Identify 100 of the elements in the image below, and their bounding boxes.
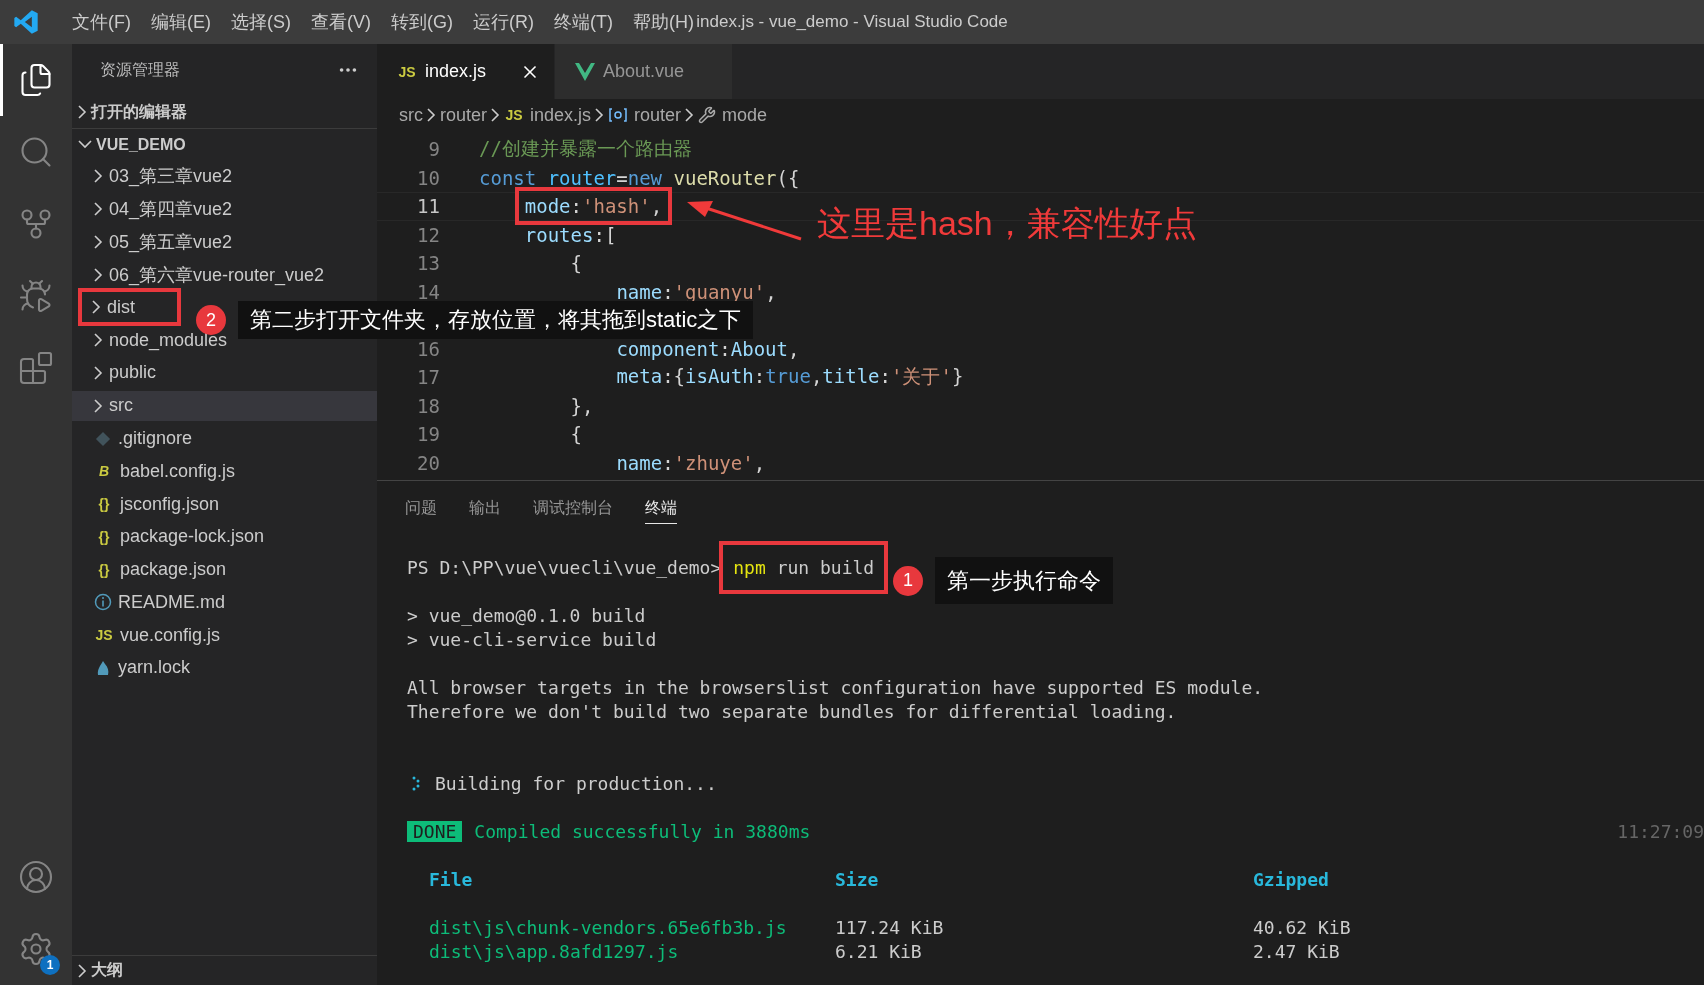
menu-item[interactable]: 选择(S) bbox=[221, 10, 301, 34]
spinner-icon bbox=[411, 775, 421, 791]
js-icon: JS bbox=[397, 63, 417, 80]
code-line: name:'zhuye', bbox=[616, 451, 766, 474]
code-line: }, bbox=[570, 394, 594, 417]
vscode-logo-icon bbox=[12, 8, 40, 36]
status-tag: DONE bbox=[407, 820, 463, 842]
line-number: 14 bbox=[416, 280, 440, 303]
menu-item[interactable]: 查看(V) bbox=[301, 10, 381, 34]
section-header[interactable]: 大纲 bbox=[72, 955, 377, 985]
code-line: { bbox=[570, 423, 583, 446]
callout-tooltip: 第一步执行命令 bbox=[935, 557, 1113, 604]
panel-tab[interactable]: 调试控制台 bbox=[533, 494, 613, 524]
line-number: 9 bbox=[427, 138, 440, 161]
timestamp: 11:27:09 bbox=[1617, 820, 1704, 842]
breadcrumb-item[interactable]: router bbox=[608, 104, 682, 126]
panel-tab[interactable]: 问题 bbox=[405, 494, 437, 524]
table-cell-text: 6.21 KiB bbox=[835, 940, 923, 962]
table-cell-text: dist\js\chunk-vendors.65e6fb3b.js bbox=[429, 916, 788, 938]
menu-item[interactable]: 文件(F) bbox=[62, 10, 141, 34]
line-number: 18 bbox=[416, 394, 440, 417]
account-icon bbox=[18, 859, 54, 895]
column-header: File bbox=[429, 868, 474, 890]
tree-item[interactable]: 05_第五章vue2 bbox=[72, 226, 377, 258]
settings-icon bbox=[18, 931, 54, 967]
breadcrumb-item[interactable]: mode bbox=[698, 104, 768, 126]
bug-play-icon bbox=[18, 278, 54, 314]
tree-item[interactable]: {} jsconfig.json bbox=[72, 488, 377, 520]
info-icon bbox=[94, 593, 112, 612]
search-icon bbox=[18, 134, 54, 170]
tree-item[interactable]: 03_第三章vue2 bbox=[72, 161, 377, 192]
wrench-icon bbox=[698, 106, 717, 124]
column-header: Size bbox=[835, 868, 880, 890]
tree-item[interactable]: {} package-lock.json bbox=[72, 521, 377, 552]
table-cell-text: dist\js\app.8afd1297.js bbox=[429, 940, 680, 962]
tree-item[interactable]: public bbox=[72, 357, 377, 389]
panel-tab[interactable]: 输出 bbox=[469, 494, 501, 524]
breadcrumb-item[interactable]: JS index.js bbox=[504, 104, 592, 126]
tree-item[interactable]: yarn.lock bbox=[72, 652, 377, 684]
line-number: 10 bbox=[416, 166, 440, 189]
notification-badge: 1 bbox=[40, 955, 60, 975]
terminal-prompt: PS D:\PP\vue\vuecli\vue_demo> bbox=[407, 556, 722, 578]
tree-item[interactable]: README.md bbox=[72, 587, 377, 618]
code-line: const router=new vueRouter({ bbox=[479, 166, 800, 189]
vue-icon bbox=[575, 62, 595, 81]
terminal-line: Therefore we don't build two separate bundles for differential loading. bbox=[407, 700, 1177, 722]
table-cell-text: 2.47 KiB bbox=[1253, 940, 1341, 962]
files-icon bbox=[18, 62, 54, 98]
terminal-line: Building for production... bbox=[435, 772, 717, 794]
line-number: 19 bbox=[416, 423, 440, 446]
line-number: 17 bbox=[416, 366, 440, 389]
breadcrumb-item[interactable]: src bbox=[399, 104, 423, 126]
tree-item[interactable]: src bbox=[72, 390, 377, 421]
terminal-line: All browser targets in the browserslist configuration have supported ES module. bbox=[407, 676, 1264, 698]
chevron-right-icon bbox=[491, 108, 501, 122]
terminal-line: Compiled successfully in 3880ms bbox=[474, 820, 811, 842]
section-header[interactable]: VUE_DEMO bbox=[72, 128, 377, 160]
panel-tab[interactable]: 终端 bbox=[645, 494, 677, 524]
line-number: 13 bbox=[416, 252, 440, 275]
js-icon: JS bbox=[94, 627, 114, 644]
babel-icon: B bbox=[94, 463, 114, 480]
braces-icon: {} bbox=[94, 496, 114, 513]
tree-item[interactable]: JS vue.config.js bbox=[72, 619, 377, 651]
js-icon: JS bbox=[504, 107, 525, 123]
tree-item[interactable]: {} package.json bbox=[72, 554, 377, 585]
section-header[interactable]: 打开的编辑器 bbox=[72, 96, 377, 128]
code-line: meta:{isAuth:true,title:'关于'} bbox=[616, 364, 964, 390]
editor-tab[interactable]: JS index.js bbox=[377, 44, 555, 99]
annotation-text: 这里是hash，兼容性好点 bbox=[817, 203, 1197, 244]
tree-item[interactable]: B babel.config.js bbox=[72, 456, 377, 487]
menu-item[interactable]: 终端(T) bbox=[544, 10, 623, 34]
column-header: Gzipped bbox=[1253, 868, 1330, 890]
terminal-command: npm run build bbox=[719, 540, 889, 594]
blocks-icon bbox=[18, 350, 54, 386]
callout-tooltip: 第二步打开文件夹，存放位置，将其拖到static之下 bbox=[238, 301, 754, 339]
code-line: routes:[ bbox=[524, 223, 617, 246]
tree-item[interactable]: 06_第六章vue-router_vue2 bbox=[72, 259, 377, 290]
tree-item[interactable]: 04_第四章vue2 bbox=[72, 193, 377, 225]
table-cell-text: 117.24 KiB bbox=[835, 916, 945, 938]
tree-item[interactable]: .gitignore bbox=[72, 423, 377, 454]
code-line: { bbox=[570, 252, 583, 275]
menu-item[interactable]: 运行(R) bbox=[463, 10, 544, 34]
code-line: //创建并暴露一个路由器 bbox=[479, 136, 692, 162]
table-cell-text: 40.62 KiB bbox=[1253, 916, 1352, 938]
menu-item[interactable]: 编辑(E) bbox=[141, 10, 221, 34]
line-number: 16 bbox=[416, 337, 440, 360]
chevron-right-icon bbox=[685, 108, 695, 122]
menu-item[interactable]: 转到(G) bbox=[381, 10, 463, 34]
terminal-line: > vue-cli-service build bbox=[407, 628, 657, 650]
chevron-right-icon bbox=[427, 108, 436, 122]
code-line: component:About, bbox=[616, 337, 800, 360]
terminal-line: > vue_demo@0.1.0 build bbox=[407, 604, 646, 626]
breadcrumb-item[interactable]: router bbox=[440, 104, 488, 126]
editor-tab[interactable]: About.vue bbox=[555, 44, 733, 99]
braces-icon: {} bbox=[94, 528, 114, 545]
chevron-right-icon bbox=[595, 108, 605, 122]
line-number: 20 bbox=[416, 451, 440, 474]
object-icon bbox=[608, 107, 629, 123]
line-number: 12 bbox=[416, 223, 440, 246]
braces-icon: {} bbox=[94, 561, 114, 578]
